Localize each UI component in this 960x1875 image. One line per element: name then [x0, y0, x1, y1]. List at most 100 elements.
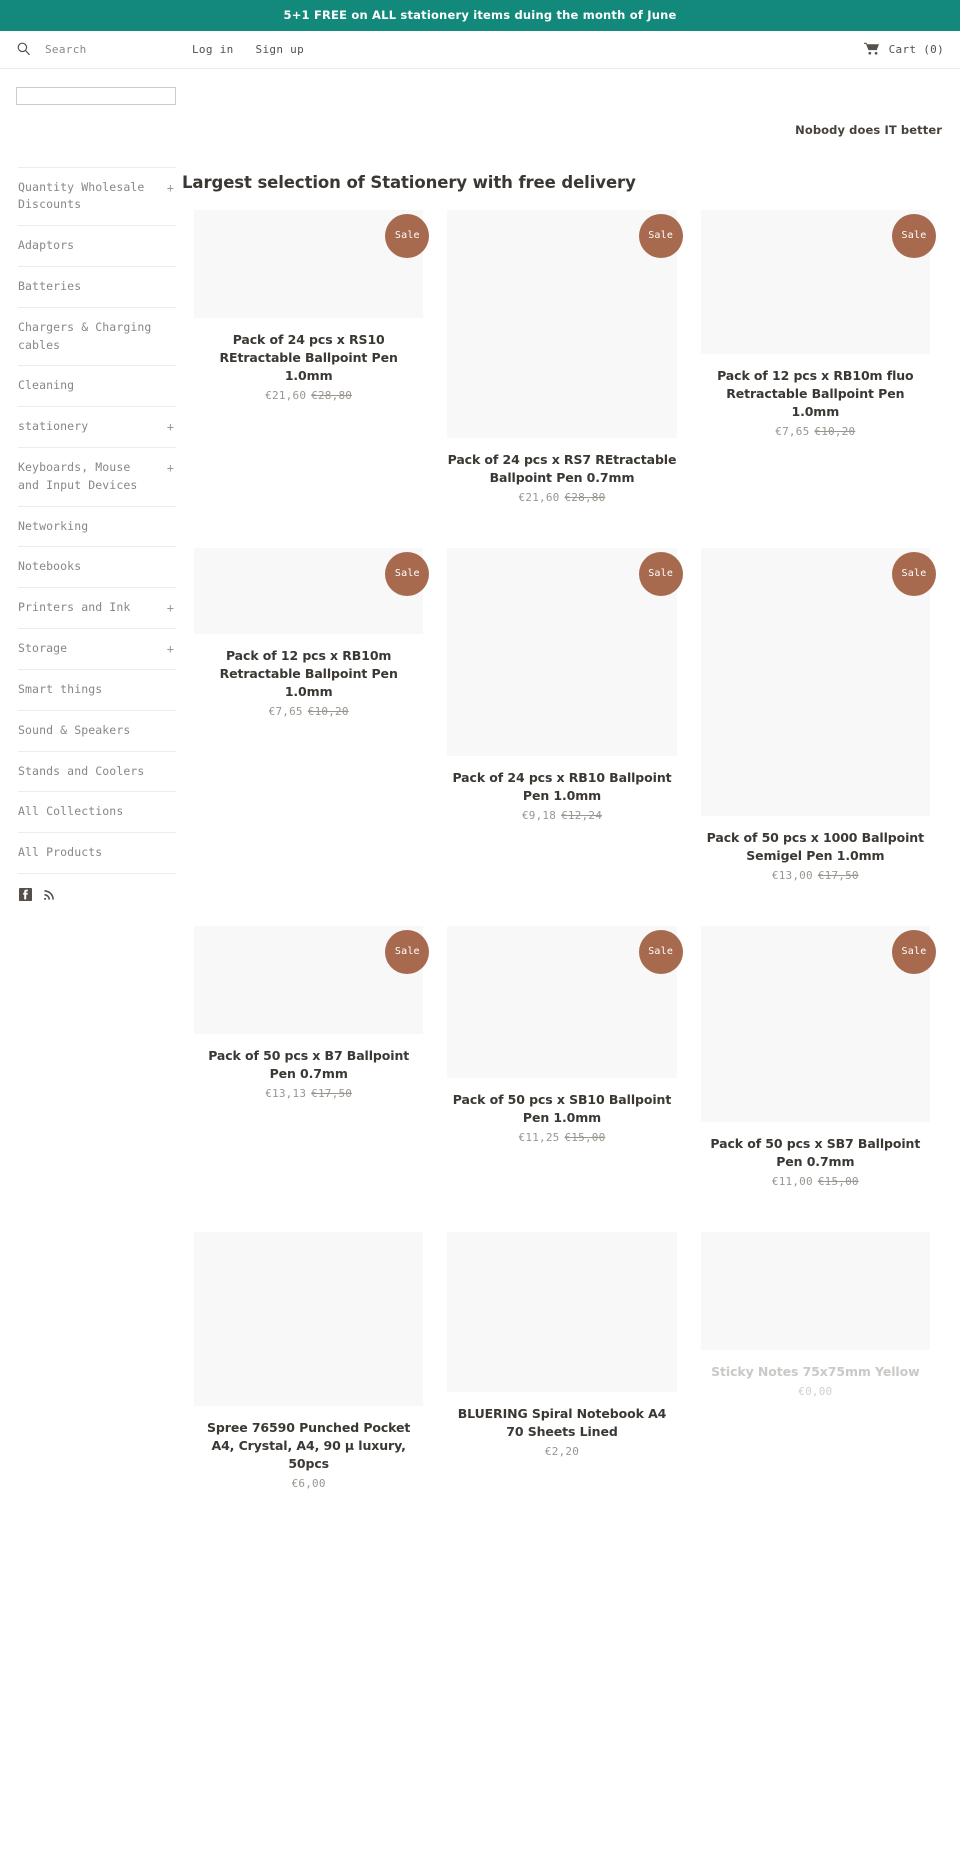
sidebar-item[interactable]: Batteries — [18, 267, 176, 308]
product-card[interactable]: BLUERING Spiral Notebook A4 70 Sheets Li… — [435, 1231, 688, 1534]
sidebar-item[interactable]: stationery + — [18, 407, 176, 448]
cart-link[interactable]: Cart (0) — [863, 42, 944, 58]
sidebar-item[interactable]: Storage + — [18, 629, 176, 670]
product-title[interactable]: Pack of 12 pcs x RB10m Retractable Ballp… — [194, 647, 423, 701]
product-thumbnail-wrap[interactable]: Sale — [194, 547, 430, 634]
product-title[interactable]: Pack of 50 pcs x 1000 Ballpoint Semigel … — [701, 829, 930, 865]
sale-badge: Sale — [638, 551, 683, 596]
sidebar-expand-toggle[interactable]: + — [167, 640, 174, 659]
product-thumbnail-wrap[interactable]: Sale — [700, 547, 936, 816]
sidebar-item[interactable]: Smart things — [18, 670, 176, 711]
sidebar-item-label[interactable]: Storage — [18, 629, 176, 669]
product-thumbnail-wrap[interactable] — [447, 1231, 677, 1392]
sidebar-expand-toggle[interactable]: + — [167, 179, 174, 198]
sidebar-item-label[interactable]: All Products — [18, 833, 176, 873]
product-price-row: €6,00 — [194, 1477, 423, 1490]
product-card[interactable]: Sale Pack of 50 pcs x SB7 Ballpoint Pen 0… — [689, 925, 942, 1232]
sidebar-item-label[interactable]: Networking — [18, 507, 176, 547]
sale-badge: Sale — [385, 213, 430, 258]
product-card[interactable]: Sticky Notes 75x75mm Yellow €0,00 — [689, 1231, 942, 1534]
product-thumbnail-wrap[interactable]: Sale — [447, 925, 683, 1078]
sidebar-item[interactable]: All Products — [18, 833, 176, 874]
product-title[interactable]: Pack of 12 pcs x RB10m fluo Retractable … — [701, 367, 930, 421]
product-image[interactable] — [700, 1231, 930, 1350]
page-title: Largest selection of Stationery with fre… — [182, 172, 636, 192]
product-title[interactable]: Pack of 24 pcs x RB10 Ballpoint Pen 1.0m… — [447, 769, 676, 805]
product-card[interactable]: Sale Pack of 24 pcs x RS7 REtractable Bal… — [435, 209, 688, 548]
sidebar-item[interactable]: Quantity Wholesale Discounts + — [18, 166, 176, 227]
product-card[interactable]: Sale Pack of 24 pcs x RB10 Ballpoint Pen … — [435, 547, 688, 926]
sidebar-item-label[interactable]: Smart things — [18, 670, 176, 710]
product-title[interactable]: Sticky Notes 75x75mm Yellow — [701, 1363, 930, 1381]
sidebar-item[interactable]: Networking — [18, 507, 176, 548]
product-title[interactable]: Spree 76590 Punched Pocket A4, Crystal, … — [194, 1419, 423, 1473]
sale-badge: Sale — [638, 213, 683, 258]
product-compare-price: €17,50 — [311, 1086, 353, 1100]
product-card[interactable]: Sale Pack of 12 pcs x RB10m Retractable B… — [182, 547, 435, 926]
sidebar-item-label[interactable]: Sound & Speakers — [18, 711, 176, 751]
sidebar-item[interactable]: Adaptors — [18, 226, 176, 267]
rss-icon[interactable] — [43, 888, 56, 901]
product-thumbnail-wrap[interactable]: Sale — [194, 209, 430, 318]
search-field-row — [0, 69, 960, 105]
product-title[interactable]: Pack of 50 pcs x SB10 Ballpoint Pen 1.0m… — [447, 1091, 676, 1127]
facebook-icon[interactable] — [19, 887, 32, 901]
product-card[interactable]: Sale Pack of 50 pcs x SB10 Ballpoint Pen … — [435, 925, 688, 1232]
product-thumbnail-wrap[interactable] — [700, 1231, 930, 1350]
login-link[interactable]: Log in — [192, 43, 234, 56]
sidebar-item-label[interactable]: Adaptors — [18, 226, 176, 266]
sidebar-item-label[interactable]: Cleaning — [18, 366, 176, 406]
search-input[interactable] — [16, 86, 176, 105]
sidebar-item[interactable]: Printers and Ink + — [18, 588, 176, 630]
product-card[interactable]: Sale Pack of 24 pcs x RS10 REtractable Ba… — [182, 209, 435, 548]
sidebar-item[interactable]: Chargers & Charging cables — [18, 308, 176, 367]
product-card[interactable]: Spree 76590 Punched Pocket A4, Crystal, … — [182, 1231, 435, 1534]
sidebar-item-label[interactable]: Quantity Wholesale Discounts — [18, 168, 176, 226]
sale-badge: Sale — [385, 551, 430, 596]
sidebar-item-label[interactable]: Printers and Ink — [18, 588, 176, 628]
product-thumbnail-wrap[interactable] — [194, 1231, 424, 1406]
sidebar-item-label[interactable]: stationery — [18, 407, 176, 447]
sidebar-item[interactable]: Sound & Speakers — [18, 711, 176, 752]
search-toggle[interactable]: Search — [16, 41, 188, 59]
sidebar-item-label[interactable]: All Collections — [18, 792, 176, 832]
search-icon[interactable] — [16, 41, 31, 59]
product-thumbnail-wrap[interactable]: Sale — [700, 925, 936, 1122]
product-card[interactable]: Sale Pack of 50 pcs x 1000 Ballpoint Semi… — [689, 547, 942, 926]
product-thumbnail-wrap[interactable]: Sale — [700, 209, 936, 354]
sidebar-item-label[interactable]: Keyboards, Mouse and Input Devices — [18, 448, 176, 506]
product-thumbnail-wrap[interactable]: Sale — [194, 925, 430, 1034]
product-card[interactable]: Sale Pack of 12 pcs x RB10m fluo Retracta… — [689, 209, 942, 548]
sidebar-item-label[interactable]: Notebooks — [18, 547, 176, 587]
product-thumbnail-wrap[interactable]: Sale — [447, 209, 683, 438]
sidebar-item[interactable]: Stands and Coolers — [18, 752, 176, 793]
cart-label: Cart (0) — [888, 43, 944, 56]
sidebar-item-label[interactable]: Chargers & Charging cables — [18, 308, 176, 366]
sidebar-item[interactable]: Cleaning — [18, 366, 176, 408]
sidebar-expand-toggle[interactable]: + — [167, 418, 174, 437]
sidebar-item[interactable]: All Collections — [18, 792, 176, 834]
product-title[interactable]: Pack of 50 pcs x SB7 Ballpoint Pen 0.7mm — [701, 1135, 930, 1171]
product-price-row: €11,00 €15,00 — [701, 1175, 930, 1188]
product-thumbnail-wrap[interactable]: Sale — [447, 547, 683, 756]
product-image[interactable] — [447, 1231, 677, 1392]
search-label: Search — [45, 43, 87, 56]
product-price-row: €7,65 €10,20 — [701, 425, 930, 438]
sidebar-item-label[interactable]: Stands and Coolers — [18, 752, 176, 792]
product-title[interactable]: Pack of 50 pcs x B7 Ballpoint Pen 0.7mm — [194, 1047, 423, 1083]
page-layout: Quantity Wholesale Discounts + Adaptors Bat… — [0, 137, 960, 1864]
product-compare-price: €28,80 — [564, 490, 606, 504]
product-image[interactable] — [700, 547, 930, 816]
product-title[interactable]: Pack of 24 pcs x RS10 REtractable Ballpo… — [194, 331, 423, 385]
sidebar-item-label[interactable]: Batteries — [18, 267, 176, 307]
sidebar-expand-toggle[interactable]: + — [167, 599, 174, 618]
sidebar-item[interactable]: Keyboards, Mouse and Input Devices + — [18, 448, 176, 507]
sidebar-expand-toggle[interactable]: + — [167, 459, 174, 478]
sidebar-item[interactable]: Notebooks — [18, 547, 176, 589]
product-title[interactable]: BLUERING Spiral Notebook A4 70 Sheets Li… — [447, 1405, 676, 1441]
product-price-row: €13,13 €17,50 — [194, 1087, 423, 1100]
product-image[interactable] — [194, 1231, 424, 1406]
product-title[interactable]: Pack of 24 pcs x RS7 REtractable Ballpoi… — [447, 451, 677, 487]
signup-link[interactable]: Sign up — [256, 43, 304, 56]
product-card[interactable]: Sale Pack of 50 pcs x B7 Ballpoint Pen 0.… — [182, 925, 435, 1232]
